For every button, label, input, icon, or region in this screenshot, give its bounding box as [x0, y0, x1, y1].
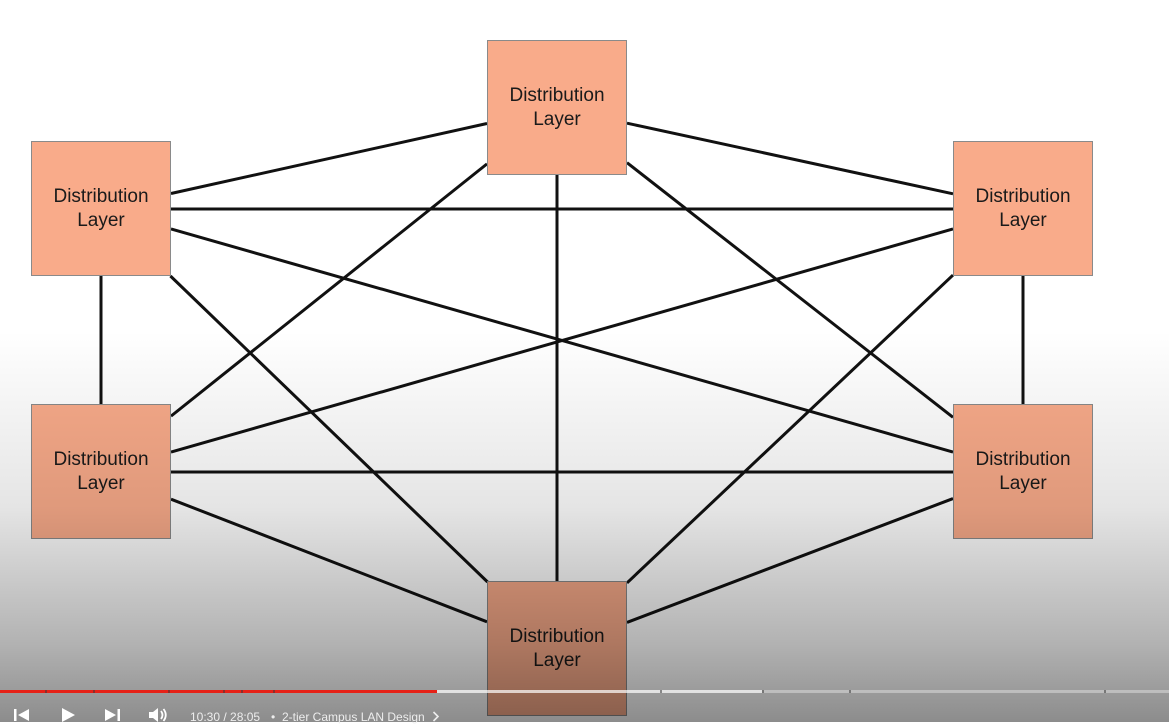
chapter-marker — [168, 690, 170, 693]
chapter-marker — [849, 690, 851, 693]
link-lower-left-bottom — [170, 497, 488, 624]
node-label-line2: Layer — [999, 472, 1047, 494]
node-label-line2: Layer — [533, 108, 581, 130]
node-label-line2: Layer — [77, 209, 125, 231]
link-upper-left-bottom — [169, 274, 489, 584]
node-label-line2: Layer — [999, 209, 1047, 231]
node-label-line2: Layer — [533, 649, 581, 671]
node-distribution-layer-lower-right: Distribution Layer — [953, 404, 1093, 539]
chapter-marker — [762, 690, 764, 693]
video-frame[interactable]: Distribution Layer Distribution Layer Di… — [0, 0, 1169, 722]
node-distribution-layer-upper-left: Distribution Layer — [31, 141, 171, 276]
node-label-line1: Distribution — [53, 448, 149, 470]
chapter-marker — [93, 690, 95, 693]
chapter-marker — [223, 690, 225, 693]
link-upper-right-bottom — [625, 274, 955, 584]
progress-played — [0, 690, 438, 693]
node-label-line1: Distribution — [975, 185, 1071, 207]
play-icon[interactable] — [60, 708, 76, 727]
next-icon[interactable] — [103, 708, 121, 727]
node-distribution-layer-top: Distribution Layer — [487, 40, 627, 175]
link-top-lower-right — [626, 161, 954, 419]
node-label-line1: Distribution — [509, 625, 605, 647]
player-controls: 10:30 / 28:05 • 2-tier Campus LAN Design — [0, 700, 1169, 725]
chapter-marker — [45, 690, 47, 693]
progress-bar[interactable] — [0, 690, 1169, 693]
node-label-line1: Distribution — [509, 84, 605, 106]
previous-icon[interactable] — [13, 708, 31, 727]
node-label-line1: Distribution — [53, 185, 149, 207]
node-label-line2: Layer — [77, 472, 125, 494]
chapter-marker — [1104, 690, 1106, 693]
link-top-upper-left — [170, 122, 488, 195]
chapter-marker — [660, 690, 662, 693]
link-top-upper-right — [626, 121, 954, 196]
chapter-marker — [273, 690, 275, 693]
node-distribution-layer-lower-left: Distribution Layer — [31, 404, 171, 539]
chapter-marker — [241, 690, 243, 693]
node-label-line1: Distribution — [975, 448, 1071, 470]
link-top-lower-left — [170, 162, 488, 418]
node-distribution-layer-bottom: Distribution Layer — [487, 581, 627, 716]
chevron-right-icon — [432, 711, 440, 725]
chapter-title-button[interactable]: 2-tier Campus LAN Design — [282, 710, 440, 725]
volume-icon[interactable] — [148, 707, 170, 728]
link-lower-right-bottom — [626, 497, 954, 624]
node-distribution-layer-upper-right: Distribution Layer — [953, 141, 1093, 276]
